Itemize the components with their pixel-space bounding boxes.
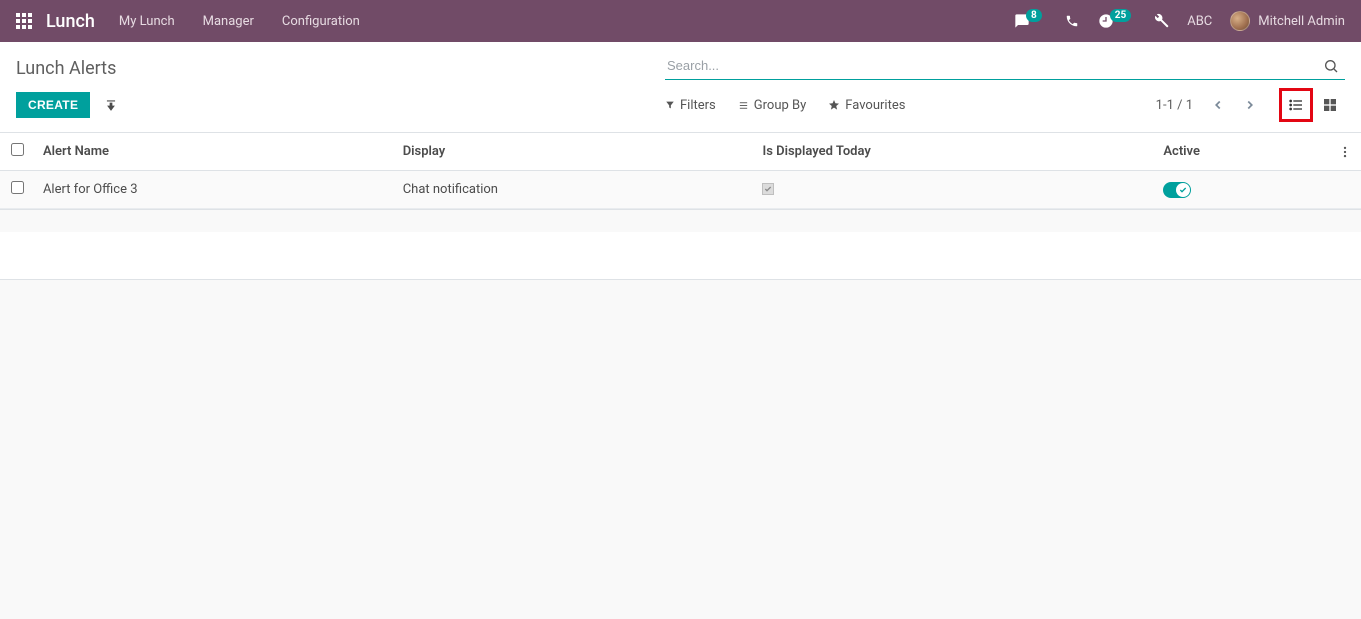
activities-button[interactable]: 25 <box>1098 13 1135 29</box>
nav-configuration[interactable]: Configuration <box>282 14 360 29</box>
user-name: Mitchell Admin <box>1258 14 1345 29</box>
select-all-checkbox[interactable] <box>11 143 24 156</box>
active-toggle[interactable] <box>1163 182 1191 198</box>
col-active[interactable]: Active <box>1155 133 1330 171</box>
company-name[interactable]: ABC <box>1187 14 1212 29</box>
nav-my-lunch[interactable]: My Lunch <box>119 14 175 29</box>
row-checkbox[interactable] <box>11 181 24 194</box>
activities-count: 25 <box>1110 9 1131 22</box>
debug-icon[interactable] <box>1153 13 1169 29</box>
nav-manager[interactable]: Manager <box>203 14 254 29</box>
group-by-button[interactable]: Group By <box>738 98 807 113</box>
col-alert-name[interactable]: Alert Name <box>35 133 395 171</box>
col-display[interactable]: Display <box>395 133 755 171</box>
main-navbar: Lunch My Lunch Manager Configuration 8 2… <box>0 0 1361 42</box>
apps-icon[interactable] <box>16 13 32 29</box>
dots-vertical-icon <box>1338 145 1352 159</box>
col-options[interactable] <box>1330 133 1361 171</box>
cell-alert-name: Alert for Office 3 <box>35 171 395 209</box>
navbar-right: 8 25 ABC Mitchell Admin <box>1014 11 1345 31</box>
control-panel: Lunch Alerts CREATE Filters <box>0 42 1361 133</box>
messages-count: 8 <box>1026 9 1042 22</box>
cell-active[interactable] <box>1155 171 1330 209</box>
cell-is-displayed-today <box>754 171 1155 209</box>
blank-panel <box>0 232 1361 280</box>
pager-prev-button[interactable] <box>1205 92 1231 118</box>
favourites-button[interactable]: Favourites <box>828 98 905 113</box>
create-button[interactable]: CREATE <box>16 92 90 118</box>
filters-label: Filters <box>680 98 716 113</box>
phone-icon[interactable] <box>1064 13 1080 29</box>
pager[interactable]: 1-1 / 1 <box>1156 98 1193 113</box>
messages-button[interactable]: 8 <box>1014 13 1046 29</box>
search-input[interactable] <box>665 54 1317 77</box>
favourites-label: Favourites <box>845 98 905 113</box>
search-icon[interactable] <box>1317 58 1345 74</box>
list-view: Alert Name Display Is Displayed Today Ac… <box>0 133 1361 210</box>
app-brand[interactable]: Lunch <box>46 11 95 32</box>
select-all-header[interactable] <box>0 133 35 171</box>
search-bar[interactable] <box>665 52 1345 80</box>
avatar <box>1230 11 1250 31</box>
cell-display: Chat notification <box>395 171 755 209</box>
user-menu[interactable]: Mitchell Admin <box>1230 11 1345 31</box>
group-by-label: Group By <box>754 98 807 113</box>
list-view-button[interactable] <box>1281 90 1311 120</box>
table-row[interactable]: Alert for Office 3 Chat notification <box>0 171 1361 209</box>
col-is-displayed-today[interactable]: Is Displayed Today <box>754 133 1155 171</box>
pager-next-button[interactable] <box>1237 92 1263 118</box>
filters-button[interactable]: Filters <box>665 98 716 113</box>
check-icon <box>762 183 774 195</box>
download-button[interactable] <box>100 94 122 116</box>
nav-menu: My Lunch Manager Configuration <box>119 14 360 29</box>
kanban-view-button[interactable] <box>1315 90 1345 120</box>
page-title: Lunch Alerts <box>16 52 116 79</box>
